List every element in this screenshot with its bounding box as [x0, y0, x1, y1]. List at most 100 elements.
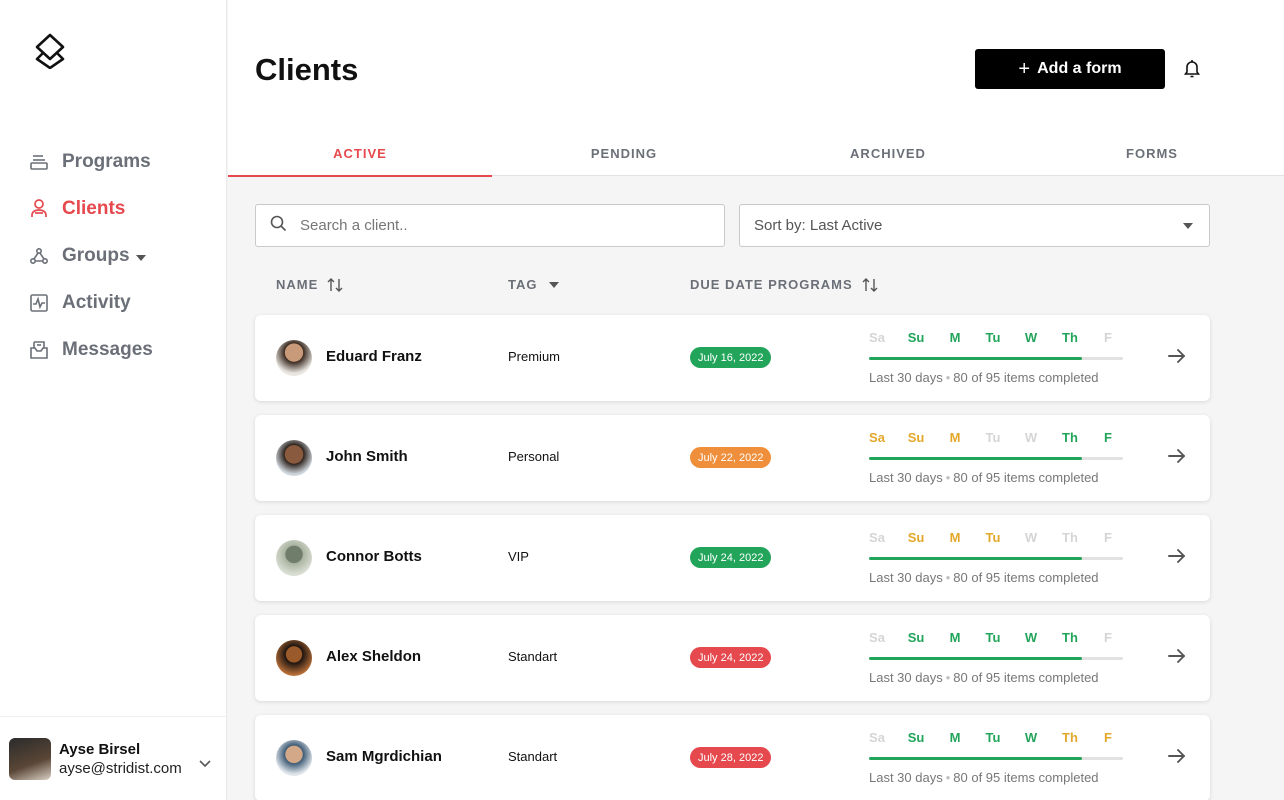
client-tag: VIP: [508, 549, 529, 564]
weekday-label: Sa: [869, 330, 885, 345]
weekday-label: Tu: [985, 630, 1001, 645]
column-header-name[interactable]: NAME: [276, 277, 343, 292]
arrow-right-icon[interactable]: [1168, 448, 1186, 469]
tab-archived[interactable]: ARCHIVED: [756, 130, 1020, 176]
progress-bar: [869, 557, 1123, 560]
weekday-label: Th: [1062, 630, 1078, 645]
page-title: Clients: [255, 52, 359, 87]
progress-fill: [869, 657, 1083, 660]
sidebar-item-clients[interactable]: Clients: [0, 185, 227, 232]
client-row[interactable]: John Smith Personal July 22, 2022 Sa Su M Tu W T…: [255, 415, 1210, 501]
user-profile[interactable]: Ayse Birsel ayse@stridist.com: [0, 716, 227, 800]
weekday-status: Sa Su M Tu W Th F: [869, 330, 1125, 345]
avatar: [276, 540, 312, 576]
tab-forms[interactable]: FORMS: [1020, 130, 1284, 176]
column-header-tag[interactable]: TAG: [508, 277, 560, 292]
progress-bar: [869, 357, 1123, 360]
progress-period: Last 30 days: [869, 670, 943, 685]
progress-text: Last 30 days • 80 of 95 items completed: [869, 770, 1099, 785]
page-header: Clients + Add a form: [228, 0, 1284, 130]
progress-text: Last 30 days • 80 of 95 items completed: [869, 670, 1099, 685]
sort-select[interactable]: Sort by: Last Active: [739, 204, 1210, 247]
progress-period: Last 30 days: [869, 470, 943, 485]
client-row[interactable]: Connor Botts VIP July 24, 2022 Sa Su M Tu W Th F L…: [255, 515, 1210, 601]
arrow-right-icon[interactable]: [1168, 348, 1186, 369]
messages-icon: [29, 340, 49, 360]
weekday-label: Th: [1062, 330, 1078, 345]
weekday-label: M: [949, 430, 961, 445]
avatar: [9, 737, 51, 780]
weekday-label: Su: [907, 630, 925, 645]
weekday-label: M: [949, 330, 961, 345]
tab-pending[interactable]: PENDING: [492, 130, 756, 176]
search-input[interactable]: [300, 217, 700, 234]
column-label: NAME: [276, 277, 319, 292]
search-box: [255, 204, 725, 247]
client-name: Eduard Franz: [326, 348, 422, 365]
weekday-status: Sa Su M Tu W Th F: [869, 630, 1125, 645]
arrow-right-icon[interactable]: [1168, 748, 1186, 769]
weekday-status: Sa Su M Tu W Th F: [869, 730, 1125, 745]
groups-icon: [29, 246, 49, 266]
weekday-label: Tu: [985, 730, 1001, 745]
client-row[interactable]: Sam Mgrdichian Standart July 28, 2022 Sa Su M…: [255, 715, 1210, 800]
weekday-label: Sa: [869, 730, 885, 745]
arrow-right-icon[interactable]: [1168, 648, 1186, 669]
search-icon: [270, 215, 287, 237]
main-content: Clients + Add a form ACTIVE PENDING ARCH…: [228, 0, 1284, 800]
tab-active[interactable]: ACTIVE: [228, 130, 492, 177]
chevron-down-icon: [1183, 223, 1193, 229]
sidebar-item-label: Messages: [62, 338, 153, 360]
weekday-label: M: [949, 630, 961, 645]
weekday-label: W: [1024, 630, 1038, 645]
separator-dot: •: [945, 770, 951, 785]
arrow-right-icon[interactable]: [1168, 548, 1186, 569]
client-tag: Premium: [508, 349, 561, 364]
chevron-down-icon[interactable]: [135, 254, 146, 261]
activity-icon: [29, 293, 49, 313]
client-row[interactable]: Eduard Franz Premium July 16, 2022 Sa Su M Tu W…: [255, 315, 1210, 401]
progress-text: Last 30 days • 80 of 95 items completed: [869, 570, 1099, 585]
weekday-label: Su: [907, 330, 925, 345]
add-form-button[interactable]: + Add a form: [975, 49, 1165, 89]
client-row[interactable]: Alex Sheldon Standart July 24, 2022 Sa Su M Tu…: [255, 615, 1210, 701]
chevron-down-icon: [549, 281, 560, 288]
weekday-label: F: [1104, 730, 1112, 745]
sidebar-item-label: Programs: [62, 150, 151, 172]
weekday-label: W: [1024, 530, 1038, 545]
sidebar: Programs Clients Groups Activity Message…: [0, 0, 227, 800]
column-header-due-date[interactable]: DUE DATE PROGRAMS: [690, 277, 878, 292]
chevron-down-icon[interactable]: [199, 755, 211, 773]
sidebar-nav: Programs Clients Groups Activity Message…: [0, 138, 227, 373]
progress-completed: 80 of 95 items completed: [953, 570, 1099, 585]
due-date-badge: July 28, 2022: [690, 747, 772, 768]
progress-completed: 80 of 95 items completed: [953, 770, 1099, 785]
progress-completed: 80 of 95 items completed: [953, 670, 1099, 685]
progress-fill: [869, 457, 1083, 460]
separator-dot: •: [945, 470, 951, 485]
progress-period: Last 30 days: [869, 770, 943, 785]
due-date-badge: July 24, 2022: [690, 647, 772, 668]
progress-fill: [869, 757, 1083, 760]
weekday-status: Sa Su M Tu W Th F: [869, 530, 1125, 545]
sidebar-item-messages[interactable]: Messages: [0, 326, 227, 373]
client-name: Alex Sheldon: [326, 648, 422, 665]
progress-fill: [869, 557, 1083, 560]
weekday-label: F: [1104, 330, 1112, 345]
progress-completed: 80 of 95 items completed: [953, 370, 1099, 385]
progress-bar: [869, 757, 1123, 760]
weekday-label: F: [1104, 430, 1112, 445]
sort-label: Sort by: Last Active: [754, 217, 883, 234]
bell-icon[interactable]: [1183, 59, 1201, 83]
sidebar-item-programs[interactable]: Programs: [0, 138, 227, 185]
progress-bar: [869, 657, 1123, 660]
weekday-label: F: [1104, 530, 1112, 545]
avatar: [276, 640, 312, 676]
sidebar-item-activity[interactable]: Activity: [0, 279, 227, 326]
sidebar-item-groups[interactable]: Groups: [0, 232, 227, 279]
layers-logo-icon[interactable]: [33, 33, 67, 70]
weekday-status: Sa Su M Tu W Th F: [869, 430, 1125, 445]
progress-bar: [869, 457, 1123, 460]
progress-period: Last 30 days: [869, 570, 943, 585]
avatar: [276, 340, 312, 376]
